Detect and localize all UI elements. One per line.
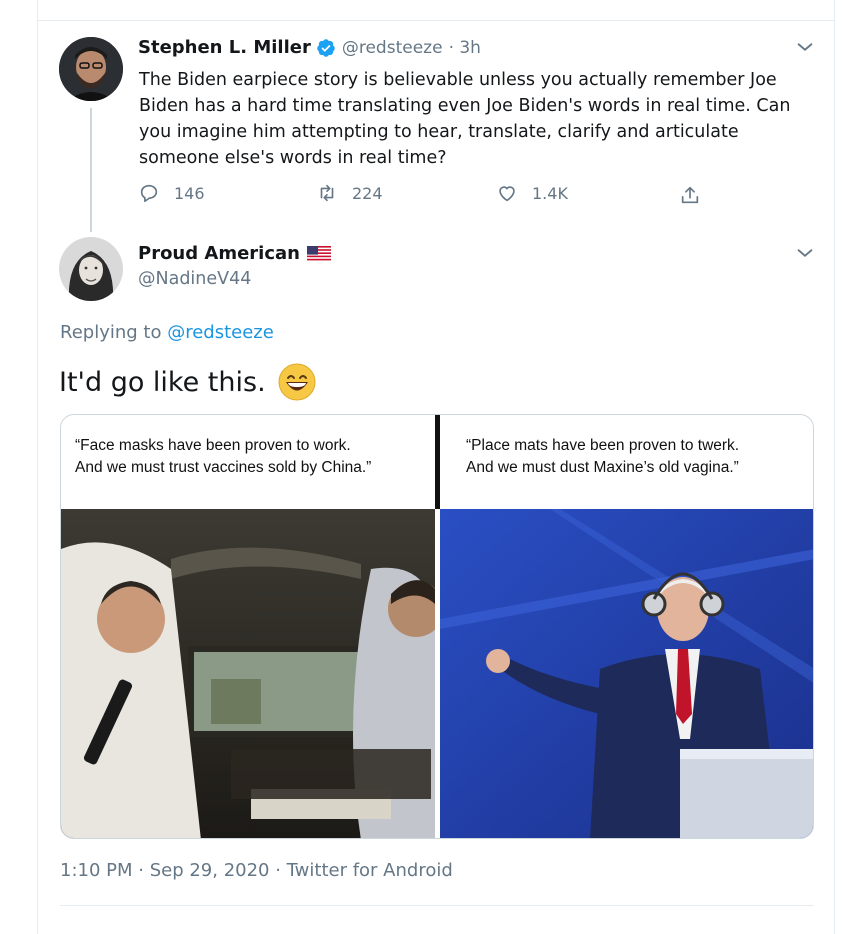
thread-connector-line [90,108,92,232]
parent-tweet-header: Stephen L. Miller @redsteeze · 3h [138,37,481,58]
main-tweet-text-row: It'd go like this. [59,363,316,401]
left-caption: “Face masks have been proven to work. An… [75,435,371,479]
tweet-media-image[interactable]: “Face masks have been proven to work. An… [60,414,814,839]
right-caption-line2: And we must dust Maxine’s old vagina.” [466,459,739,476]
heart-icon [499,186,515,202]
debate-stage-photo [440,509,813,838]
like-count: 1.4K [532,183,568,203]
parent-author-name[interactable]: Stephen L. Miller [138,37,311,58]
retweet-count: 224 [352,183,383,203]
us-flag-icon [306,245,331,262]
main-author-handle[interactable]: @NadineV44 [138,269,251,289]
reply-button[interactable]: 146 [138,182,205,204]
main-author-name[interactable]: Proud American [138,243,300,264]
left-caption-line1: “Face masks have been proven to work. [75,437,351,454]
movie-still-photo [61,509,435,838]
share-icon [681,186,699,204]
replying-to-link[interactable]: @redsteeze [167,322,274,343]
left-caption-line2: And we must trust vaccines sold by China… [75,459,372,476]
right-meme-panel: “Place mats have been proven to twerk. A… [440,415,813,838]
main-tweet-header: Proud American [138,243,331,264]
bottom-divider [60,905,814,906]
parent-tweet-time[interactable]: · 3h [449,38,481,58]
main-tweet-more-chevron-down-icon[interactable] [794,242,816,264]
share-button[interactable] [679,184,715,206]
parent-tweet-actions: 146 224 1.4K [138,182,718,212]
proud-american-avatar[interactable] [59,237,123,301]
like-button[interactable]: 1.4K [496,182,568,204]
reply-count: 146 [174,183,205,203]
grinning-face-emoji-icon [278,363,316,401]
top-divider [38,20,834,21]
left-meme-panel: “Face masks have been proven to work. An… [61,415,435,838]
stephen-miller-avatar[interactable] [59,37,123,101]
reply-icon [140,184,158,203]
timeline-column: Stephen L. Miller @redsteeze · 3h The Bi… [37,0,835,934]
parent-tweet-more-chevron-down-icon[interactable] [794,36,816,58]
main-tweet-handle-row: @NadineV44 [138,269,251,289]
right-caption: “Place mats have been proven to twerk. A… [466,435,739,479]
tweet-timestamp[interactable]: 1:10 PM · Sep 29, 2020 · Twitter for And… [60,860,453,881]
main-tweet-text: It'd go like this. [59,366,266,398]
parent-author-handle[interactable]: @redsteeze [342,38,443,58]
right-caption-line1: “Place mats have been proven to twerk. [466,437,740,454]
replying-to-line: Replying to @redsteeze [60,322,274,343]
retweet-button[interactable]: 224 [316,182,383,204]
replying-to-label: Replying to [60,322,162,343]
verified-badge-icon [316,38,336,58]
parent-tweet-text: The Biden earpiece story is believable u… [139,70,791,168]
retweet-icon [320,184,334,202]
